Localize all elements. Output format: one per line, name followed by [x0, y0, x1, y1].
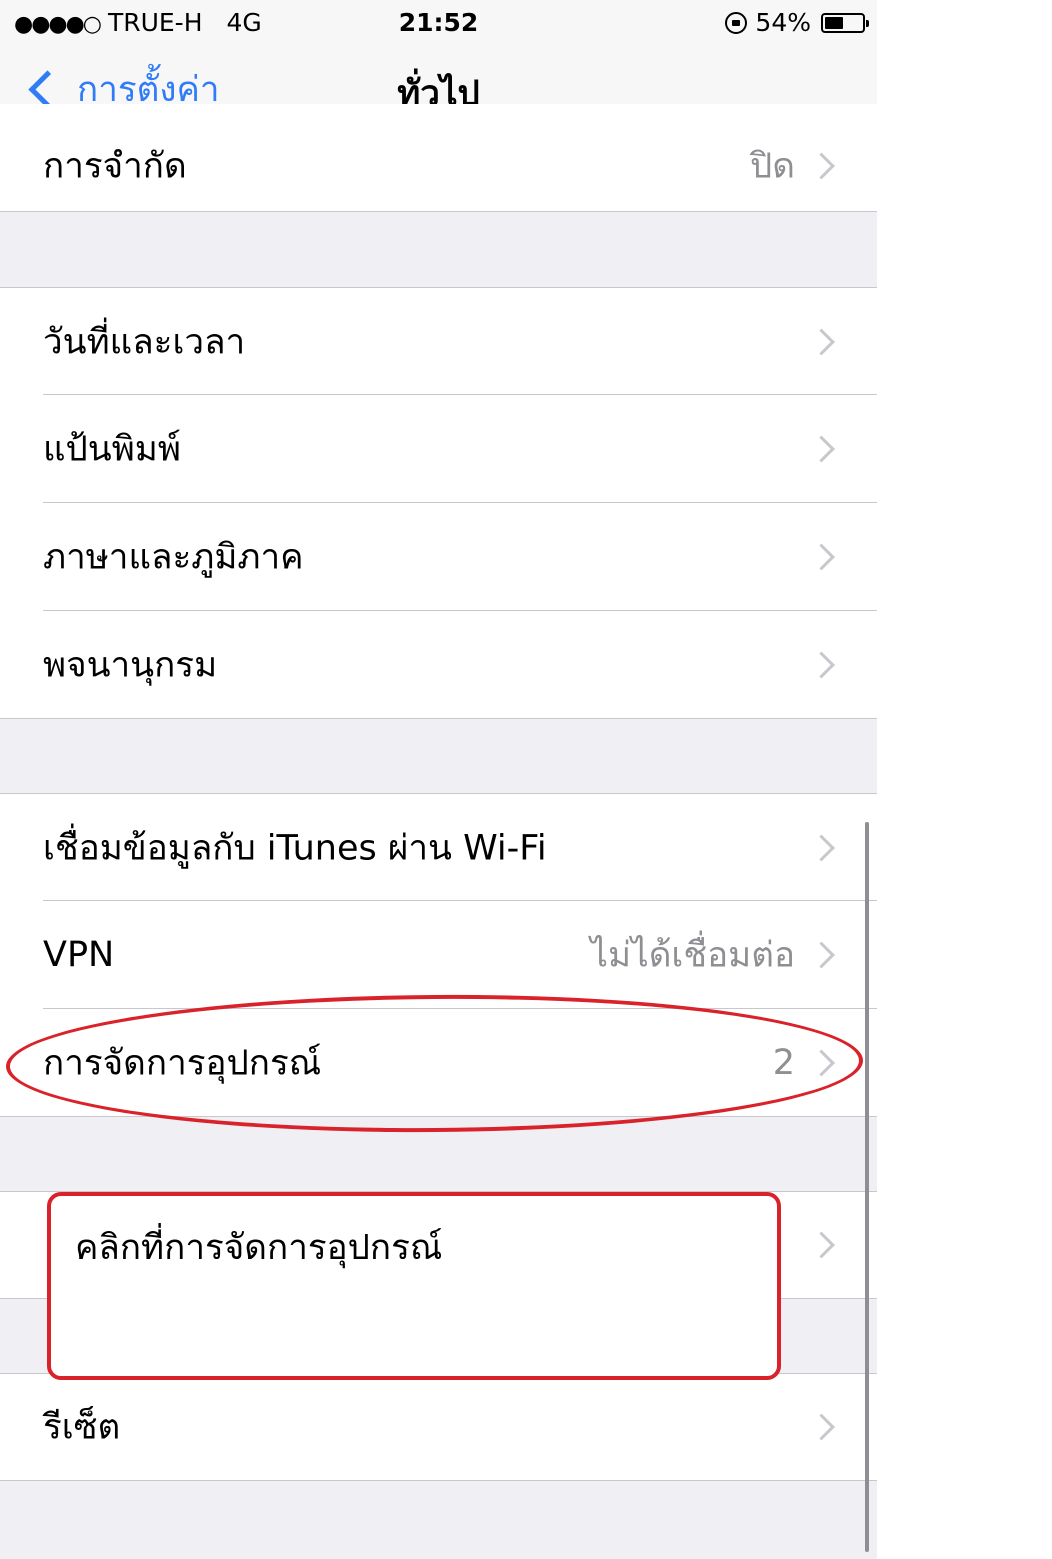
- scroll-indicator[interactable]: [865, 822, 869, 1552]
- chevron-right-icon: [808, 543, 835, 571]
- row-language-region[interactable]: ภาษาและภูมิภาค: [0, 503, 877, 611]
- orientation-lock-icon: [725, 11, 748, 34]
- row-label: ภาษาและภูมิภาค: [43, 537, 304, 578]
- chevron-right-icon: [808, 328, 835, 355]
- row-label: พจนานุกรม: [43, 645, 218, 685]
- row-dictionary[interactable]: พจนานุกรม: [0, 611, 877, 719]
- status-right: 54%: [725, 8, 869, 37]
- row-itunes-wifi-sync[interactable]: เชื่อมข้อมูลกับ iTunes ผ่าน Wi-Fi: [0, 793, 877, 901]
- chevron-right-icon: [808, 1231, 835, 1259]
- row-label: แป้นพิมพ์: [43, 429, 181, 470]
- chevron-right-icon: [808, 651, 835, 678]
- row-value: ปิด: [750, 146, 795, 187]
- row-restrictions[interactable]: การจำกัด ปิด: [0, 104, 877, 212]
- chevron-right-icon: [808, 435, 835, 463]
- row-value: ไม่ได้เชื่อมต่อ: [590, 935, 795, 976]
- row-vpn[interactable]: VPN ไม่ได้เชื่อมต่อ: [0, 901, 877, 1009]
- row-label: วันที่และเวลา: [43, 322, 246, 362]
- row-date-time[interactable]: วันที่และเวลา: [0, 287, 877, 395]
- battery-tip: [866, 19, 869, 27]
- chevron-right-icon: [808, 152, 835, 180]
- battery-level: [825, 16, 843, 29]
- chevron-right-icon: [808, 941, 835, 969]
- battery-percent: 54%: [755, 8, 811, 37]
- row-keyboard[interactable]: แป้นพิมพ์: [0, 395, 877, 503]
- status-bar: ●●●●○ TRUE-H 4G 21:52 54%: [0, 0, 877, 44]
- row-reset[interactable]: รีเซ็ต: [0, 1373, 877, 1481]
- annotation-text: คลิกที่การจัดการอุปกรณ์: [75, 1228, 443, 1268]
- row-label: เชื่อมข้อมูลกับ iTunes ผ่าน Wi-Fi: [43, 828, 547, 868]
- chevron-right-icon: [808, 834, 835, 861]
- row-label: รีเซ็ต: [43, 1407, 121, 1448]
- row-label: การจำกัด: [43, 146, 187, 187]
- chevron-right-icon: [808, 1413, 835, 1441]
- row-label: VPN: [43, 935, 115, 975]
- annotation-callout-box: คลิกที่การจัดการอุปกรณ์: [47, 1192, 781, 1380]
- battery-icon: [821, 12, 869, 33]
